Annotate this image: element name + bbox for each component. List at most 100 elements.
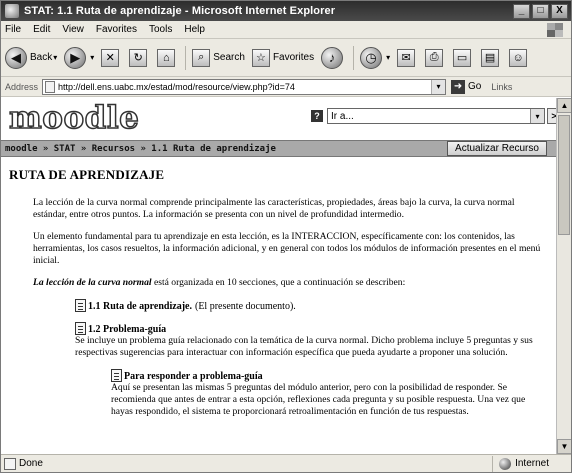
item-title-link[interactable]: 1.1 Ruta de aprendizaje. [88, 301, 192, 312]
zone-label: Internet [515, 458, 549, 469]
lesson-name-emphasis: La lección de la curva normal [33, 277, 152, 288]
menu-help[interactable]: Help [184, 24, 205, 35]
jump-select[interactable]: Ir a... ▾ [327, 108, 545, 124]
navigation-bar: moodle » STAT » Recursos » 1.1 Ruta de a… [1, 140, 556, 157]
title-bar[interactable]: STAT: 1.1 Ruta de aprendizaje - Microsof… [1, 1, 571, 21]
sections-text: está organizada en 10 secciones, que a c… [151, 277, 406, 288]
stop-button[interactable]: ✕ [101, 48, 122, 67]
address-dropdown-icon[interactable]: ▾ [431, 79, 446, 94]
document-icon[interactable] [75, 299, 86, 312]
toolbar-separator [185, 45, 187, 70]
list-item: Para responder a problema-guía Aquí se p… [111, 369, 548, 418]
item-title-link[interactable]: 1.2 Problema-guía [88, 324, 166, 335]
jump-dropdown-icon[interactable]: ▾ [530, 109, 544, 123]
status-bar: Done Internet [1, 454, 571, 472]
favorites-button[interactable]: ☆ Favorites [251, 48, 315, 67]
search-label: Search [213, 52, 245, 63]
back-arrow-icon: ◀ [5, 46, 27, 69]
list-item-head: 1.2 Problema-guía [75, 322, 548, 335]
history-icon: ◷ [360, 46, 383, 69]
menu-favorites[interactable]: Favorites [96, 24, 137, 35]
refresh-icon: ↻ [129, 48, 148, 67]
scroll-thumb[interactable] [558, 115, 570, 235]
home-button[interactable]: ⌂ [157, 48, 178, 67]
print-button[interactable]: ⎙ [425, 48, 446, 67]
ie-app-icon[interactable] [5, 4, 19, 18]
minimize-button[interactable]: _ [513, 3, 530, 19]
menu-bar: File Edit View Favorites Tools Help [1, 21, 571, 39]
messenger-icon: ☺ [509, 48, 528, 67]
mail-button[interactable]: ✉ [397, 48, 418, 67]
help-icon[interactable]: ? [311, 110, 323, 122]
list-item: 1.2 Problema-guía Se incluye un problema… [75, 322, 548, 359]
media-icon: ♪ [321, 46, 344, 69]
breadcrumb[interactable]: moodle » STAT » Recursos » 1.1 Ruta de a… [5, 144, 276, 154]
maximize-button[interactable]: □ [532, 3, 549, 19]
page-status-icon [4, 457, 16, 470]
print-icon: ⎙ [425, 48, 444, 67]
page-title: RUTA DE APRENDIZAJE [9, 167, 165, 182]
close-button[interactable]: X [551, 3, 568, 19]
refresh-button[interactable]: ↻ [129, 48, 150, 67]
menu-edit[interactable]: Edit [33, 24, 50, 35]
search-icon: ⌕ [192, 48, 211, 67]
toolbar-separator [353, 45, 355, 70]
vertical-scrollbar[interactable]: ▲ ▼ [556, 98, 571, 454]
jump-menu: ? Ir a... ▾ > [311, 108, 556, 124]
scroll-down-icon[interactable]: ▼ [557, 439, 571, 454]
list-item-head: Para responder a problema-guía [111, 369, 548, 382]
scroll-up-icon[interactable]: ▲ [557, 98, 571, 113]
resource-content: RUTA DE APRENDIZAJE La lección de la cur… [1, 157, 556, 418]
go-button[interactable]: ➜ Go [451, 79, 481, 94]
mail-icon: ✉ [397, 48, 416, 67]
address-input[interactable]: http://dell.ens.uabc.mx/estad/mod/resour… [42, 78, 447, 95]
assignment-icon[interactable] [111, 369, 122, 382]
favorites-label: Favorites [272, 52, 315, 63]
menu-tools[interactable]: Tools [149, 24, 172, 35]
moodle-header: moodle ? Ir a... ▾ > [1, 98, 556, 140]
jump-select-value: Ir a... [331, 110, 354, 122]
item-description: Aquí se presentan las mismas 5 preguntas… [111, 382, 526, 417]
messenger-button[interactable]: ☺ [509, 48, 530, 67]
interaction-paragraph: Un elemento fundamental para tu aprendiz… [33, 231, 541, 266]
back-dropdown-icon[interactable]: ▾ [53, 53, 57, 62]
item-description: Se incluye un problema guía relacionado … [75, 335, 533, 358]
jump-next-button[interactable]: > [547, 108, 556, 124]
go-arrow-icon: ➜ [451, 79, 466, 94]
back-button[interactable]: ◀ Back ▾ [5, 46, 57, 69]
page-viewport: moodle ? Ir a... ▾ > moodle » STAT » Rec… [1, 98, 556, 454]
edit-page-icon: ▭ [453, 48, 472, 67]
links-button[interactable]: Links [491, 82, 512, 92]
history-button[interactable]: ◷ ▾ [360, 46, 391, 69]
edit-button[interactable]: ▭ [453, 48, 474, 67]
media-button[interactable]: ♪ [321, 46, 346, 69]
menu-view[interactable]: View [62, 24, 84, 35]
window-title: STAT: 1.1 Ruta de aprendizaje - Microsof… [24, 5, 336, 17]
address-url[interactable]: http://dell.ens.uabc.mx/estad/mod/resour… [58, 82, 431, 92]
moodle-logo[interactable]: moodle [8, 99, 139, 137]
status-text: Done [19, 458, 43, 469]
forward-arrow-icon: ▶ [64, 46, 87, 69]
toolbar: ◀ Back ▾ ▶ ▾ ✕ ↻ ⌂ ⌕ Search ☆ Favorites … [1, 39, 571, 77]
item-note: (El presente documento). [194, 301, 296, 312]
search-button[interactable]: ⌕ Search [192, 48, 245, 67]
list-item: 1.1 Ruta de aprendizaje. (El presente do… [75, 299, 548, 312]
address-label: Address [5, 81, 39, 92]
window-controls: _ □ X [513, 3, 568, 19]
history-dropdown-icon: ▾ [386, 53, 391, 62]
menu-file[interactable]: File [5, 24, 21, 35]
update-resource-button[interactable]: Actualizar Recurso [447, 141, 547, 156]
discuss-button[interactable]: ▤ [481, 48, 502, 67]
intro-paragraph: La lección de la curva normal comprende … [33, 197, 515, 220]
back-label: Back [30, 52, 53, 63]
document-icon[interactable] [75, 322, 86, 335]
browser-window: STAT: 1.1 Ruta de aprendizaje - Microsof… [0, 0, 572, 473]
page-icon [45, 80, 56, 93]
forward-dropdown-icon[interactable]: ▾ [90, 53, 94, 62]
globe-icon [499, 457, 512, 470]
item-title-link[interactable]: Para responder a problema-guía [124, 371, 263, 382]
stop-icon: ✕ [101, 48, 120, 67]
favorites-star-icon: ☆ [251, 48, 270, 67]
windows-logo-icon [547, 22, 563, 37]
forward-button[interactable]: ▶ ▾ [64, 46, 94, 69]
